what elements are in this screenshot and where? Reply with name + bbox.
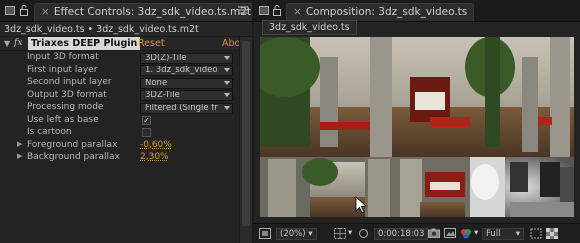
panel-icon — [259, 6, 269, 15]
color-channels-icon[interactable] — [460, 228, 472, 240]
dropdown-arrow-icon — [224, 80, 230, 85]
lock-icon[interactable] — [273, 5, 281, 16]
expand-triangle-icon[interactable]: ▼ — [4, 39, 10, 48]
effect-name[interactable]: Triaxes DEEP Plugin — [28, 37, 141, 50]
dropdown-arrow-icon[interactable]: ▾ — [474, 228, 478, 240]
property-label: Output 3D format — [27, 89, 107, 100]
composition-footer-toolbar: (20%) ▾ ▾ 0:00:18:03 ▾ Full ▾ — [254, 223, 580, 243]
property-row: ▶ Foreground parallax -0,60% — [0, 140, 252, 153]
current-time-display[interactable]: 0:00:18:03 — [374, 228, 429, 240]
tab-effect-controls[interactable]: × Effect Controls: 3dz_sdk_video.ts.m2t — [34, 3, 252, 21]
input-3d-format-select[interactable]: 3D(Z)-Tile — [140, 52, 233, 64]
property-row: Is cartoon — [0, 127, 252, 140]
expand-triangle-icon[interactable]: ▶ — [17, 140, 22, 148]
resolution-value: Full — [486, 229, 501, 239]
mask-visibility-icon[interactable] — [358, 228, 369, 240]
panel-menu-icon[interactable] — [238, 6, 248, 16]
magnification-select[interactable]: (20%) ▾ — [276, 228, 317, 240]
property-row: Second input layer None — [0, 77, 252, 90]
property-label: Foreground parallax — [27, 139, 118, 150]
select-value: 3D(Z)-Tile — [145, 52, 187, 63]
show-snapshot-icon[interactable] — [444, 228, 456, 240]
grid-icon[interactable] — [334, 228, 346, 240]
select-value: Filtered (Single fr — [145, 102, 218, 113]
composition-frame-image — [260, 37, 574, 217]
property-row: Processing mode Filtered (Single fr — [0, 102, 252, 115]
property-label: Second input layer — [27, 77, 112, 87]
output-3d-format-select[interactable]: 3DZ-Tile — [140, 90, 233, 101]
composition-panel: × Composition: 3dz_sdk_video.ts 3dz_sdk_v… — [254, 0, 580, 243]
dropdown-arrow-icon — [224, 68, 230, 72]
region-of-interest-icon[interactable] — [530, 228, 542, 240]
transparency-grid-icon[interactable] — [546, 228, 558, 240]
dropdown-arrow-icon[interactable]: ▾ — [348, 228, 352, 240]
close-icon[interactable]: × — [293, 6, 302, 18]
property-label: Input 3D format — [27, 52, 99, 62]
effect-controls-tabbar: × Effect Controls: 3dz_sdk_video.ts.m2t — [0, 0, 252, 22]
property-label: Is cartoon — [27, 127, 72, 137]
processing-mode-select[interactable]: Filtered (Single fr — [140, 102, 233, 114]
property-row: Input 3D format 3D(Z)-Tile — [0, 52, 252, 65]
property-label: Use left as base — [27, 114, 99, 125]
about-link[interactable]: Abo — [222, 38, 240, 49]
composition-viewer[interactable] — [260, 37, 574, 217]
background-parallax-value[interactable]: 2,30% — [140, 152, 169, 162]
first-input-layer-select[interactable]: 1. 3dz_sdk_video — [140, 65, 233, 76]
select-value: 3DZ-Tile — [145, 90, 180, 100]
composition-sub-tab[interactable]: 3dz_sdk_video.ts — [262, 20, 357, 35]
dropdown-arrow-icon — [224, 105, 230, 110]
foreground-parallax-value[interactable]: -0,60% — [140, 140, 172, 150]
vertical-scrollbar[interactable] — [239, 37, 252, 243]
effect-controls-panel: × Effect Controls: 3dz_sdk_video.ts.m2t 3… — [0, 0, 252, 243]
select-value: 1. 3dz_sdk_video — [145, 65, 218, 75]
second-input-layer-select[interactable]: None — [140, 77, 233, 89]
panel-icon — [5, 6, 15, 15]
fx-toggle-icon[interactable]: fx — [14, 38, 22, 48]
property-label: Processing mode — [27, 102, 104, 112]
tab-effect-controls-label: Effect Controls: 3dz_sdk_video.ts.m2t — [53, 6, 252, 18]
magnification-value: (20%) — [280, 229, 306, 239]
effect-header-row[interactable]: ▼ fx Triaxes DEEP Plugin Reset Abo — [0, 37, 252, 51]
scrollbar-thumb[interactable] — [242, 41, 250, 226]
use-left-as-base-checkbox[interactable]: ✓ — [142, 115, 151, 125]
dropdown-arrow-icon — [224, 55, 230, 60]
property-row: ▶ Background parallax 2,30% — [0, 152, 252, 165]
reset-link[interactable]: Reset — [138, 38, 165, 49]
tab-composition-label: Composition: 3dz_sdk_video.ts — [305, 6, 468, 18]
property-row: First input layer 1. 3dz_sdk_video — [0, 65, 252, 78]
lock-icon[interactable] — [20, 5, 28, 16]
is-cartoon-checkbox[interactable] — [142, 128, 151, 137]
expand-triangle-icon[interactable]: ▶ — [17, 152, 22, 160]
timecode-value: 0:00:18:03 — [378, 229, 425, 239]
property-row: Use left as base ✓ — [0, 115, 252, 128]
property-label: Background parallax — [27, 152, 120, 162]
property-list: Input 3D format 3D(Z)-Tile First input l… — [0, 51, 252, 165]
snapshot-camera-icon[interactable] — [428, 228, 440, 240]
breadcrumb: 3dz_sdk_video.ts • 3dz_sdk_video.ts.m2t — [0, 22, 252, 37]
always-preview-icon[interactable] — [259, 228, 271, 240]
close-icon[interactable]: × — [41, 6, 50, 18]
dropdown-arrow-icon — [224, 93, 230, 97]
select-value: None — [145, 77, 168, 88]
resolution-select[interactable]: Full ▾ — [482, 228, 524, 240]
composition-tabbar: × Composition: 3dz_sdk_video.ts — [254, 0, 580, 22]
tab-composition[interactable]: × Composition: 3dz_sdk_video.ts — [286, 3, 475, 21]
property-label: First input layer — [27, 64, 98, 75]
property-row: Output 3D format 3DZ-Tile — [0, 90, 252, 103]
